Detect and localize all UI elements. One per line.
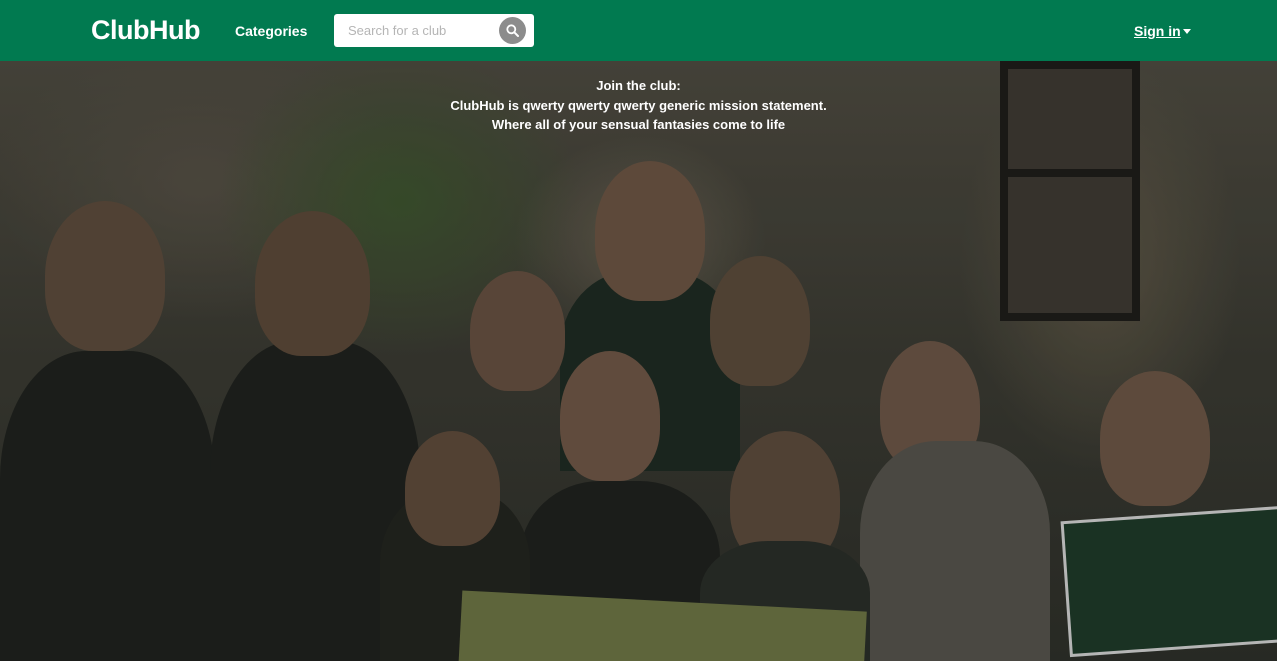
hero-banner: Join the club: ClubHub is qwerty qwerty …	[0, 61, 1277, 661]
sign-in-label: Sign in	[1134, 23, 1181, 39]
categories-link[interactable]: Categories	[235, 22, 307, 40]
hero-mission-statement: ClubHub is qwerty qwerty qwerty generic …	[450, 97, 827, 113]
hero-heading: Join the club:	[596, 78, 681, 93]
search-button[interactable]	[499, 17, 526, 44]
search-icon	[506, 24, 519, 37]
hero-tagline: Where all of your sensual fantasies come…	[491, 117, 786, 132]
navbar: ClubHub Categories Sign in	[0, 0, 1277, 61]
hero-overlay	[0, 61, 1277, 661]
hero-mission-text: Join the club: ClubHub is qwerty qwerty …	[0, 76, 1277, 135]
caret-down-icon	[1182, 29, 1191, 34]
search-input[interactable]	[334, 14, 494, 47]
page: ClubHub Categories Sign in	[0, 0, 1277, 661]
search-box	[334, 14, 534, 47]
brand-logo[interactable]: ClubHub	[91, 13, 200, 47]
sign-in-dropdown[interactable]: Sign in	[1134, 22, 1191, 40]
